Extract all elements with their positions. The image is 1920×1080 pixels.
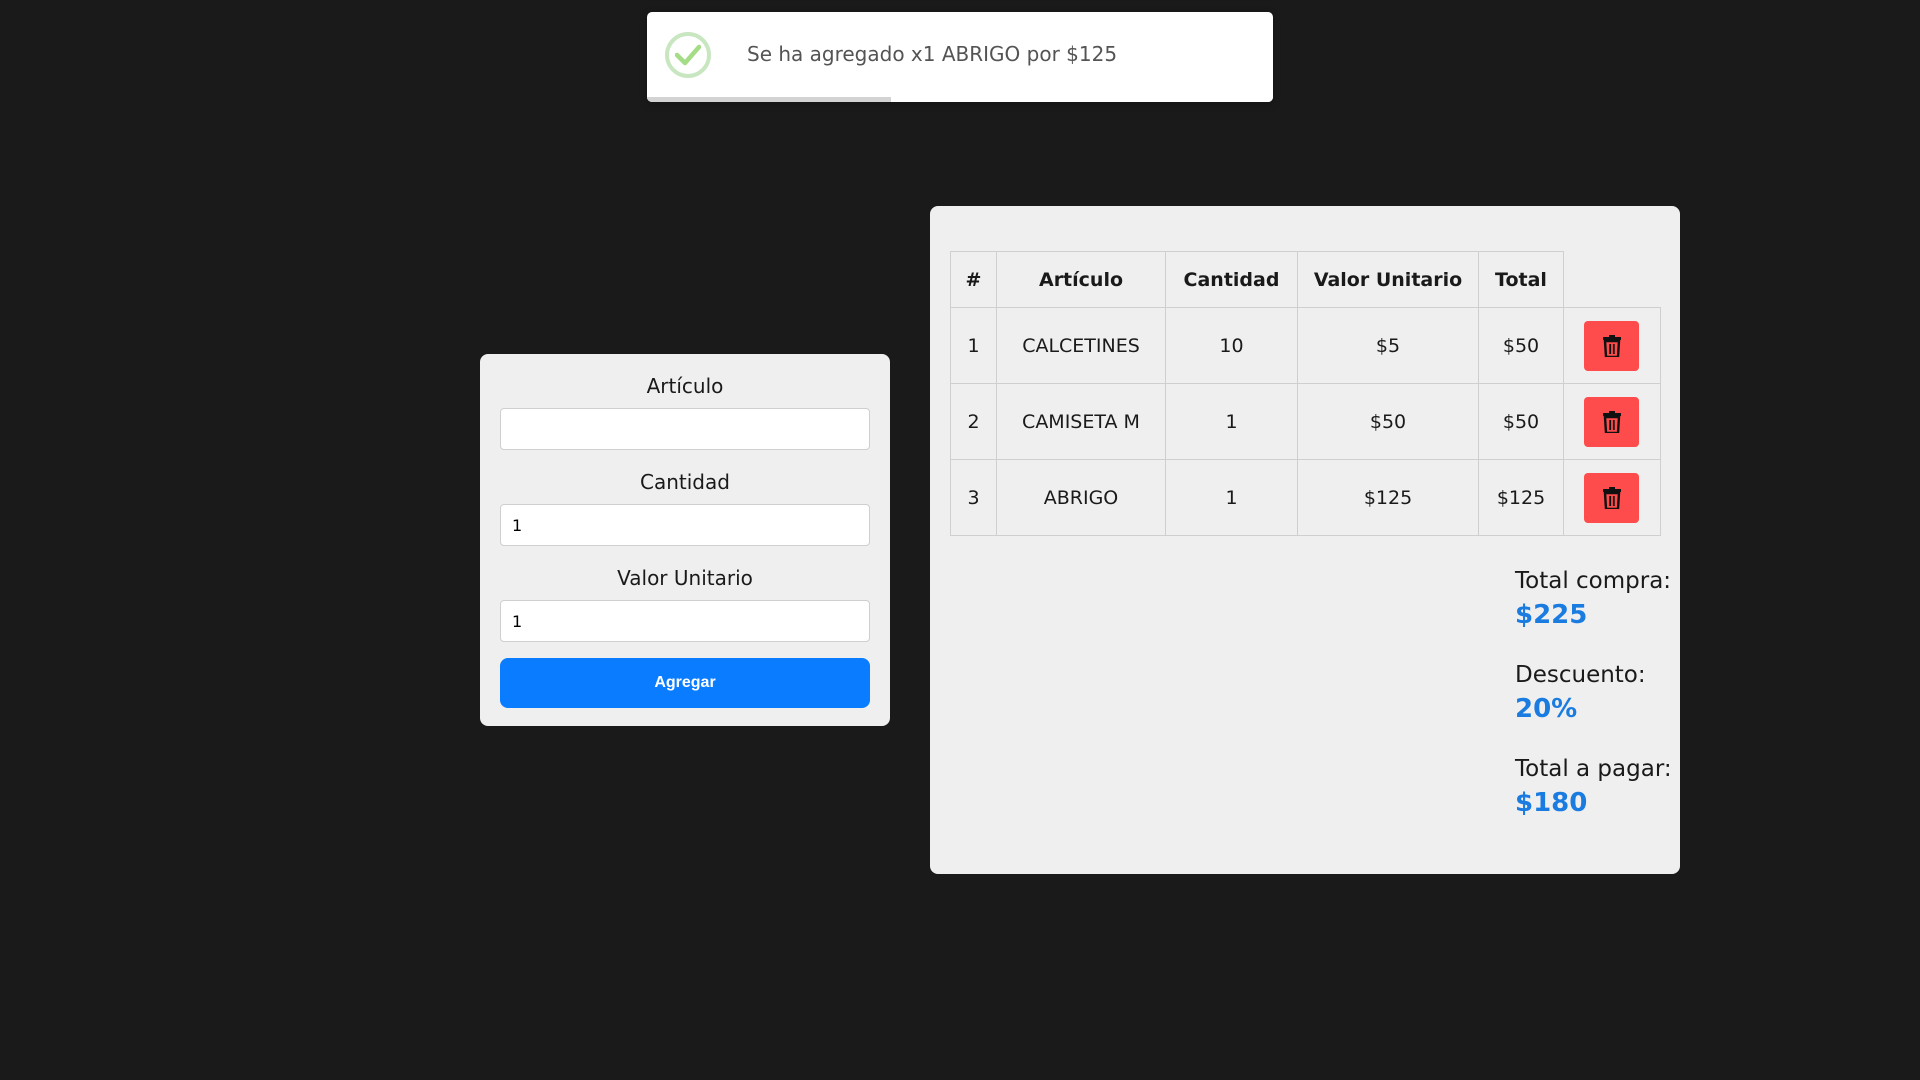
trash-icon bbox=[1602, 410, 1621, 433]
total-compra-block: Total compra: $225 bbox=[1515, 566, 1675, 634]
articulo-label: Artículo bbox=[646, 374, 724, 398]
agregar-button[interactable]: Agregar bbox=[500, 658, 870, 708]
cell-valor: $5 bbox=[1297, 307, 1479, 384]
header-cantidad: Cantidad bbox=[1165, 251, 1298, 308]
total-compra-label: Total compra: bbox=[1515, 568, 1672, 594]
cell-num: 3 bbox=[950, 459, 997, 536]
add-item-form: Artículo Cantidad Valor Unitario Agregar bbox=[480, 354, 890, 726]
cell-articulo: ABRIGO bbox=[996, 459, 1166, 536]
toast-notification: Se ha agregado x1 ABRIGO por $125 bbox=[647, 12, 1273, 102]
app-root: Se ha agregado x1 ABRIGO por $125 Artícu… bbox=[0, 0, 1920, 1080]
header-actions bbox=[1563, 251, 1660, 308]
valor-unitario-input[interactable] bbox=[500, 600, 870, 642]
cell-articulo: CALCETINES bbox=[996, 307, 1166, 384]
header-total: Total bbox=[1478, 251, 1564, 308]
check-circle-icon bbox=[665, 32, 711, 78]
cantidad-input[interactable] bbox=[500, 504, 870, 546]
total-pagar-block: Total a pagar: $180 bbox=[1515, 754, 1675, 822]
cart-panel: # Artículo Cantidad Valor Unitario Total… bbox=[930, 206, 1680, 874]
trash-icon bbox=[1602, 486, 1621, 509]
table-row: 3 ABRIGO 1 $125 $125 bbox=[950, 459, 1661, 536]
valor-unitario-label: Valor Unitario bbox=[617, 566, 753, 590]
cell-valor: $50 bbox=[1297, 383, 1479, 460]
descuento-label: Descuento: bbox=[1515, 662, 1646, 688]
delete-button[interactable] bbox=[1584, 472, 1640, 523]
cantidad-label: Cantidad bbox=[640, 470, 730, 494]
total-compra-value: $225 bbox=[1515, 600, 1588, 630]
header-valor-unitario: Valor Unitario bbox=[1297, 251, 1479, 308]
cell-total: $50 bbox=[1478, 383, 1564, 460]
toast-progress-bar bbox=[647, 97, 892, 102]
table-row: 2 CAMISETA M 1 $50 $50 bbox=[950, 383, 1661, 460]
delete-button[interactable] bbox=[1584, 320, 1640, 371]
cell-num: 1 bbox=[950, 307, 997, 384]
cell-cantidad: 10 bbox=[1165, 307, 1298, 384]
header-num: # bbox=[950, 251, 997, 308]
header-articulo: Artículo bbox=[996, 251, 1166, 308]
cell-total: $50 bbox=[1478, 307, 1564, 384]
descuento-value: 20% bbox=[1515, 694, 1578, 724]
cell-actions bbox=[1563, 307, 1661, 384]
order-summary: Total compra: $225 Descuento: 20% Total … bbox=[1515, 566, 1675, 848]
articulo-input[interactable] bbox=[500, 408, 870, 450]
total-pagar-value: $180 bbox=[1515, 788, 1588, 818]
table-header-row: # Artículo Cantidad Valor Unitario Total bbox=[950, 251, 1660, 308]
cart-table: # Artículo Cantidad Valor Unitario Total… bbox=[950, 251, 1661, 536]
toast-message: Se ha agregado x1 ABRIGO por $125 bbox=[747, 42, 1118, 66]
cell-actions bbox=[1563, 459, 1661, 536]
cell-cantidad: 1 bbox=[1165, 383, 1298, 460]
cell-total: $125 bbox=[1478, 459, 1564, 536]
descuento-block: Descuento: 20% bbox=[1515, 660, 1675, 728]
total-pagar-label: Total a pagar: bbox=[1515, 756, 1672, 782]
toast-progress-track bbox=[647, 97, 1273, 102]
table-row: 1 CALCETINES 10 $5 $50 bbox=[950, 307, 1661, 384]
cell-articulo: CAMISETA M bbox=[996, 383, 1166, 460]
cell-num: 2 bbox=[950, 383, 997, 460]
delete-button[interactable] bbox=[1584, 396, 1640, 447]
cell-actions bbox=[1563, 383, 1661, 460]
cell-valor: $125 bbox=[1297, 459, 1479, 536]
trash-icon bbox=[1602, 334, 1621, 357]
cell-cantidad: 1 bbox=[1165, 459, 1298, 536]
